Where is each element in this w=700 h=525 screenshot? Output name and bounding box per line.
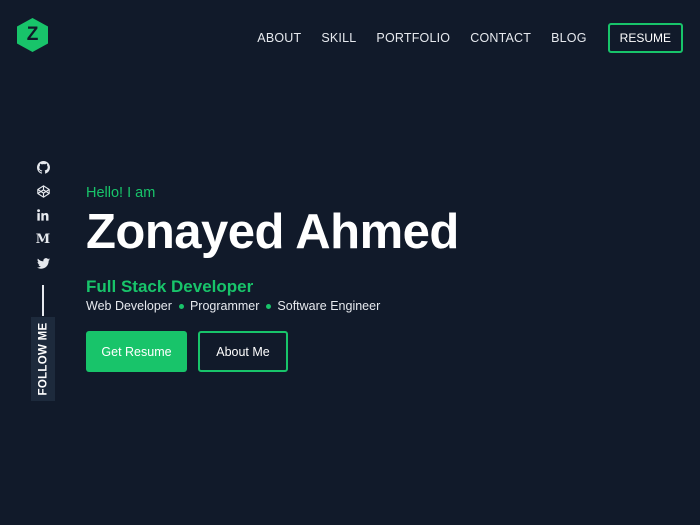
social-links: M [33,155,53,316]
skill-item: Programmer [189,299,260,313]
skill-separator-dot [266,303,272,309]
codepen-icon[interactable] [33,179,53,203]
hero-greeting: Hello! I am [86,185,156,201]
hero-buttons: Get Resume About Me [86,331,459,372]
logo[interactable]: Z [16,17,49,53]
hero-section: Hello! I am Zonayed Ahmed Full Stack Dev… [86,185,459,372]
resume-button[interactable]: RESUME [607,23,683,53]
medium-icon[interactable]: M [33,227,53,251]
follow-me-text: FOLLOW ME [37,322,49,396]
hero-name: Zonayed Ahmed [86,205,459,259]
nav-about[interactable]: ABOUT [257,31,301,45]
skill-item: Web Developer [86,299,172,313]
skill-separator-dot [178,303,184,309]
social-divider-line [42,285,44,316]
github-icon[interactable] [33,155,53,179]
get-resume-button[interactable]: Get Resume [86,331,187,372]
follow-me-label: FOLLOW ME [31,317,55,401]
twitter-icon[interactable] [33,251,53,275]
nav-blog[interactable]: BLOG [551,31,587,45]
nav-skill[interactable]: SKILL [321,31,356,45]
nav-contact[interactable]: CONTACT [470,31,531,45]
about-me-button[interactable]: About Me [198,331,288,372]
logo-letter: Z [26,24,39,45]
nav-portfolio[interactable]: PORTFOLIO [376,31,450,45]
hero-role: Full Stack Developer [86,277,254,296]
main-nav: ABOUT SKILL PORTFOLIO CONTACT BLOG RESUM… [257,23,683,53]
hero-skills: Web Developer Programmer Software Engine… [86,299,459,313]
skill-item: Software Engineer [277,299,381,313]
linkedin-icon[interactable] [33,203,53,227]
